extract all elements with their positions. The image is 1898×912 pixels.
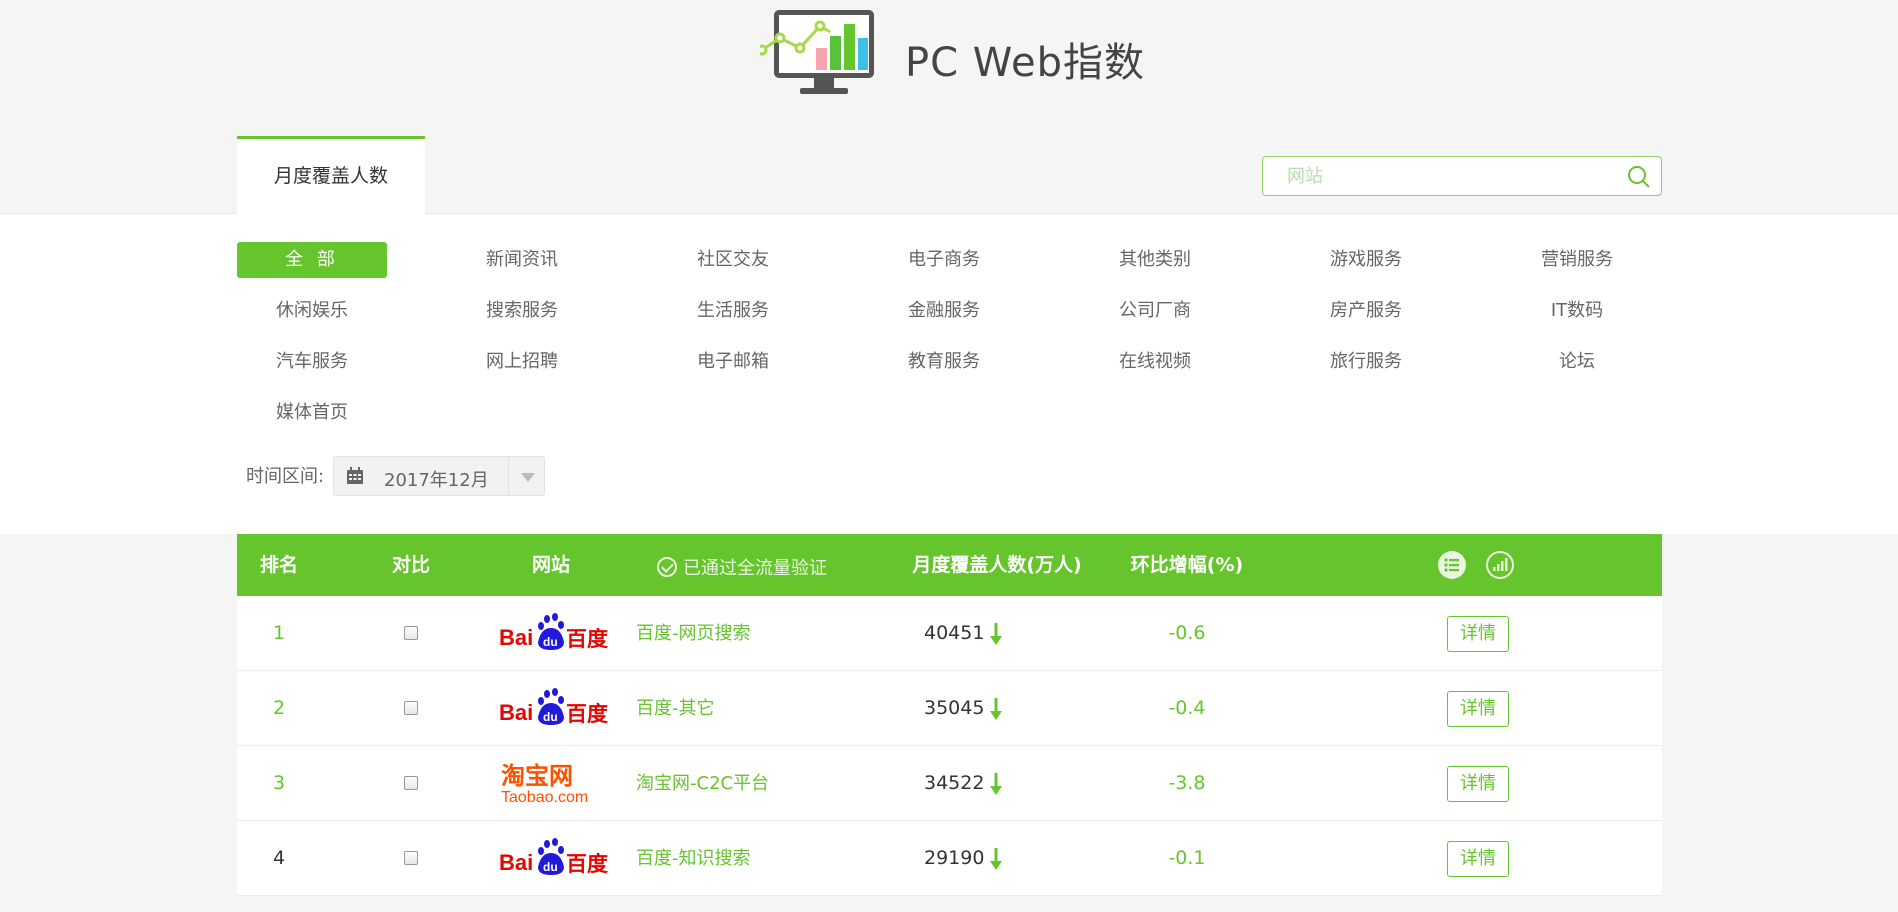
- baidu-logo-text-right: 百度: [566, 702, 608, 726]
- search-input[interactable]: [1275, 157, 1615, 195]
- baidu-logo-text-right: 百度: [566, 852, 608, 876]
- baidu-logo-icon: Bai du 百度: [499, 688, 608, 726]
- header-rank: 排名: [259, 554, 298, 576]
- bar-chart-view-icon[interactable]: [1485, 550, 1515, 580]
- coverage-value: 35045: [924, 697, 985, 719]
- category-item[interactable]: 搜索服务: [447, 293, 597, 329]
- calendar-icon: [347, 467, 363, 484]
- category-item[interactable]: 休闲娱乐: [237, 293, 387, 329]
- category-all[interactable]: 全 部: [237, 242, 387, 278]
- category-item[interactable]: 媒体首页: [237, 395, 387, 431]
- category-item[interactable]: 其他类别: [1080, 242, 1230, 278]
- header-coverage: 月度覆盖人数(万人): [912, 554, 1082, 576]
- arrow-down-icon: [990, 623, 1002, 645]
- arrow-down-icon: [990, 698, 1002, 720]
- monitor-chart-logo-icon: [760, 10, 874, 94]
- taobao-logo-cn-text: 淘宝网: [501, 762, 573, 790]
- baidu-logo-paw-text: du: [543, 710, 558, 724]
- tab-monthly-coverage[interactable]: 月度覆盖人数: [237, 136, 425, 214]
- header-compare: 对比: [391, 554, 430, 576]
- baidu-logo-text-left: Bai: [499, 625, 533, 650]
- detail-button[interactable]: 详情: [1447, 616, 1509, 652]
- arrow-down-icon: [990, 773, 1002, 795]
- header-change: 环比增幅(%): [1130, 554, 1244, 576]
- category-item[interactable]: 网上招聘: [447, 344, 597, 380]
- category-item[interactable]: 生活服务: [658, 293, 808, 329]
- change-value: -0.4: [1168, 697, 1206, 719]
- category-item[interactable]: 旅行服务: [1291, 344, 1441, 380]
- search-icon[interactable]: [1627, 165, 1651, 189]
- site-name-link[interactable]: 百度-知识搜索: [636, 821, 751, 896]
- table-row: 4 Bai du 百度 百度-知识搜索 29190 -0.1 详情: [237, 821, 1662, 896]
- coverage-value: 40451: [924, 622, 985, 644]
- header-site: 网站: [531, 554, 570, 576]
- row-rank: 1: [272, 622, 286, 644]
- change-value: -0.6: [1168, 622, 1206, 644]
- detail-button[interactable]: 详情: [1447, 766, 1509, 802]
- compare-checkbox[interactable]: [404, 851, 418, 865]
- table-row: 1 Bai du 百度 百度-网页搜索 40451 -0.6 详情: [237, 596, 1662, 671]
- check-circle-icon: [657, 557, 677, 577]
- category-item[interactable]: 教育服务: [869, 344, 1019, 380]
- site-name-link[interactable]: 淘宝网-C2C平台: [636, 746, 769, 821]
- baidu-logo-text-left: Bai: [499, 700, 533, 725]
- baidu-logo-paw-text: du: [543, 635, 558, 649]
- change-value: -3.8: [1168, 772, 1206, 794]
- category-item[interactable]: 房产服务: [1291, 293, 1441, 329]
- category-item[interactable]: 金融服务: [869, 293, 1019, 329]
- row-rank: 3: [272, 772, 286, 794]
- arrow-down-icon: [990, 848, 1002, 870]
- chevron-down-icon[interactable]: [508, 457, 544, 495]
- compare-checkbox[interactable]: [404, 626, 418, 640]
- category-item[interactable]: 营销服务: [1502, 242, 1652, 278]
- month-picker-value: 2017年12月: [384, 470, 489, 491]
- site-name-link[interactable]: 百度-其它: [636, 671, 715, 746]
- table-header: 排名 对比 网站 已通过全流量验证 月度覆盖人数(万人) 环比增幅(%): [237, 534, 1662, 596]
- taobao-logo-icon: 淘宝网 Taobao.com: [501, 762, 588, 804]
- baidu-logo-text-left: Bai: [499, 850, 533, 875]
- row-rank: 2: [272, 697, 286, 719]
- site-search: [1262, 156, 1662, 196]
- category-item[interactable]: 论坛: [1502, 344, 1652, 380]
- category-item[interactable]: 公司厂商: [1080, 293, 1230, 329]
- category-item[interactable]: 新闻资讯: [447, 242, 597, 278]
- category-item[interactable]: 在线视频: [1080, 344, 1230, 380]
- category-item[interactable]: 电子商务: [869, 242, 1019, 278]
- category-item[interactable]: 游戏服务: [1291, 242, 1441, 278]
- page-title: PC Web指数: [905, 40, 1145, 86]
- category-item[interactable]: IT数码: [1502, 293, 1652, 329]
- detail-button[interactable]: 详情: [1447, 841, 1509, 877]
- compare-checkbox[interactable]: [404, 776, 418, 790]
- baidu-logo-paw-text: du: [543, 860, 558, 874]
- list-view-icon[interactable]: [1437, 550, 1467, 580]
- change-value: -0.1: [1168, 847, 1206, 869]
- coverage-value: 34522: [924, 772, 985, 794]
- table-row: 3 淘宝网 Taobao.com 淘宝网-C2C平台 34522 -3.8 详情: [237, 746, 1662, 821]
- detail-button[interactable]: 详情: [1447, 691, 1509, 727]
- site-name-link[interactable]: 百度-网页搜索: [636, 596, 751, 671]
- category-item[interactable]: 社区交友: [658, 242, 808, 278]
- verified-filter[interactable]: 已通过全流量验证: [657, 554, 827, 580]
- baidu-logo-text-right: 百度: [566, 627, 608, 651]
- month-picker[interactable]: 2017年12月: [333, 456, 545, 496]
- row-rank: 4: [272, 847, 286, 869]
- baidu-logo-icon: Bai du 百度: [499, 838, 608, 876]
- coverage-value: 29190: [924, 847, 985, 869]
- category-item[interactable]: 汽车服务: [237, 344, 387, 380]
- time-range-label: 时间区间:: [246, 466, 325, 487]
- page-header: PC Web指数: [0, 0, 1898, 138]
- table-row: 2 Bai du 百度 百度-其它 35045 -0.4 详情: [237, 671, 1662, 746]
- taobao-logo-en-text: Taobao.com: [501, 789, 588, 804]
- verified-label: 已通过全流量验证: [683, 558, 827, 579]
- category-item[interactable]: 电子邮箱: [658, 344, 808, 380]
- baidu-logo-icon: Bai du 百度: [499, 613, 608, 651]
- compare-checkbox[interactable]: [404, 701, 418, 715]
